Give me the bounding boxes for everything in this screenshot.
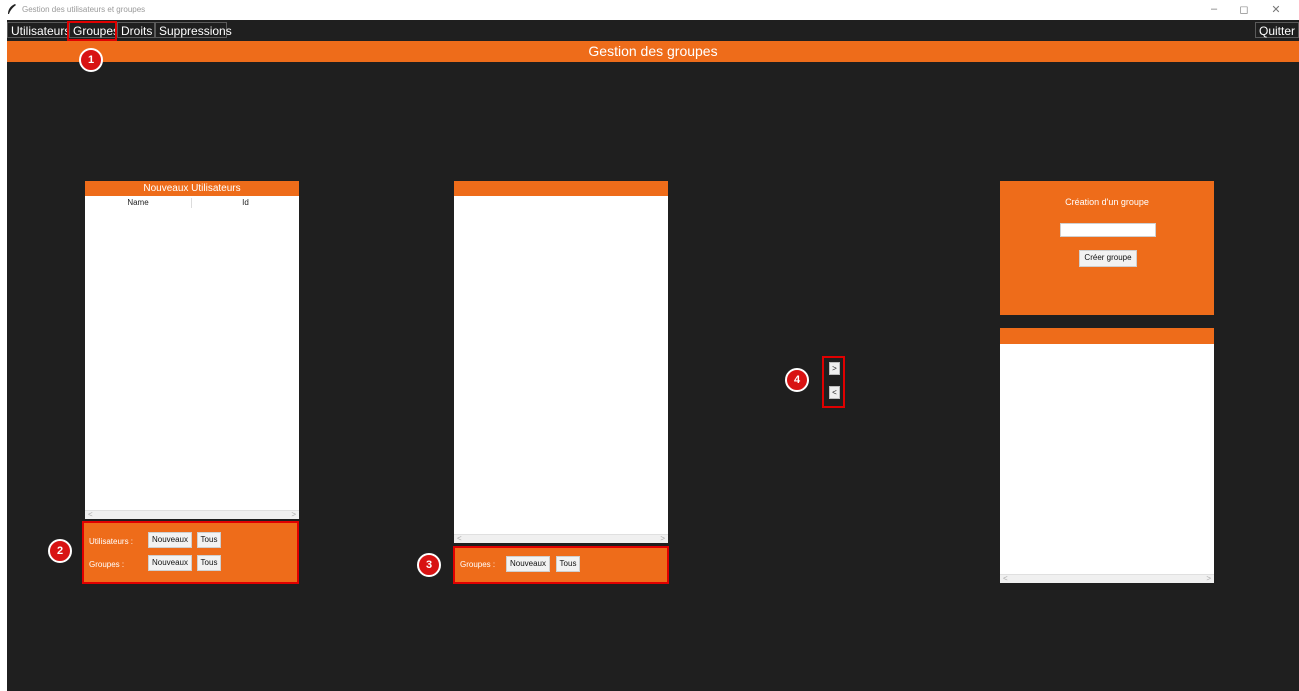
window-titlebar: Gestion des utilisateurs et groupes – ◻ …: [0, 0, 1299, 20]
add-to-group-button[interactable]: >: [829, 362, 840, 375]
scroll-right-icon[interactable]: >: [1206, 574, 1211, 583]
menu-item-suppressions[interactable]: Suppressions: [155, 22, 232, 38]
column-header-id[interactable]: Id: [192, 196, 299, 210]
groups-panel-title: [454, 181, 668, 196]
menu-item-groupes[interactable]: Groupes: [69, 22, 119, 38]
users-all-button[interactable]: Tous: [197, 532, 221, 548]
groups-all-button[interactable]: Tous: [197, 555, 221, 571]
scroll-left-icon[interactable]: <: [1003, 574, 1008, 583]
create-group-title: Création d'un groupe: [1065, 197, 1149, 207]
menu-item-utilisateurs[interactable]: Utilisateurs: [7, 22, 70, 38]
users-horizontal-scrollbar[interactable]: < >: [85, 510, 299, 519]
close-button[interactable]: ✕: [1268, 3, 1284, 16]
groups-filter-controls: Groupes : Nouveaux Tous: [454, 547, 668, 583]
users-panel-title: Nouveaux Utilisateurs: [85, 181, 299, 196]
menu-item-droits[interactable]: Droits: [117, 22, 155, 38]
restore-button[interactable]: ◻: [1236, 3, 1252, 16]
groups-horizontal-scrollbar[interactable]: < >: [454, 534, 668, 543]
users-filter-controls: Utilisateurs : Nouveaux Tous Groupes : N…: [83, 522, 299, 583]
group-members-list[interactable]: < >: [1000, 328, 1214, 583]
groups-list[interactable]: < >: [454, 181, 668, 543]
groups-all-button[interactable]: Tous: [556, 556, 580, 572]
minimize-button[interactable]: –: [1206, 3, 1222, 15]
annotation-badge-4: 4: [785, 368, 809, 392]
users-new-button[interactable]: Nouveaux: [148, 532, 192, 548]
annotation-badge-3: 3: [417, 553, 441, 577]
annotation-badge-1: 1: [79, 48, 103, 72]
create-group-panel: Création d'un groupe Créer groupe: [1000, 181, 1214, 315]
groups-new-button[interactable]: Nouveaux: [506, 556, 550, 572]
quit-button[interactable]: Quitter: [1255, 22, 1299, 38]
app-window: Utilisateurs Groupes Droits Suppressions…: [7, 20, 1299, 691]
scroll-left-icon[interactable]: <: [457, 534, 462, 543]
scroll-left-icon[interactable]: <: [88, 510, 93, 519]
page-title: Gestion des groupes: [7, 41, 1299, 62]
remove-from-group-button[interactable]: <: [829, 386, 840, 399]
menu-bar: Utilisateurs Groupes Droits Suppressions…: [7, 20, 1299, 41]
groups-new-button[interactable]: Nouveaux: [148, 555, 192, 571]
create-group-button[interactable]: Créer groupe: [1079, 250, 1137, 267]
column-header-name[interactable]: Name: [85, 196, 191, 210]
window-title: Gestion des utilisateurs et groupes: [22, 5, 146, 14]
scroll-right-icon[interactable]: >: [291, 510, 296, 519]
scroll-right-icon[interactable]: >: [660, 534, 665, 543]
users-filter-label: Utilisateurs :: [89, 537, 134, 546]
feather-icon: [8, 4, 16, 14]
group-members-title: [1000, 328, 1214, 344]
groups-filter-label: Groupes :: [460, 560, 496, 569]
annotation-badge-2: 2: [48, 539, 72, 563]
groups-filter-label: Groupes :: [89, 560, 125, 569]
new-users-list[interactable]: Nouveaux Utilisateurs Name Id < >: [85, 181, 299, 519]
members-horizontal-scrollbar[interactable]: < >: [1000, 574, 1214, 583]
group-name-input[interactable]: [1060, 223, 1156, 237]
